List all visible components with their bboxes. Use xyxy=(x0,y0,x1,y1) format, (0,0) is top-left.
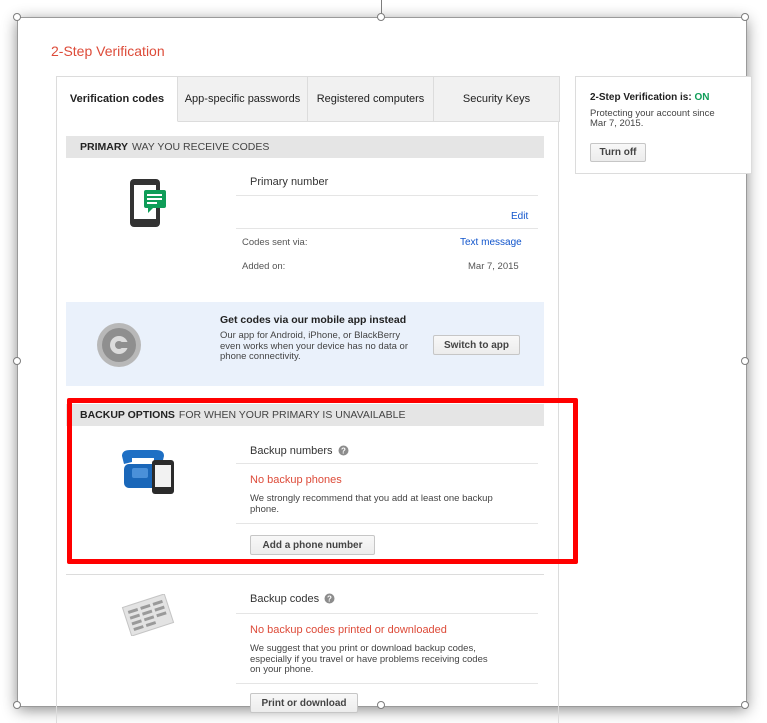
resize-handle-top[interactable] xyxy=(377,13,385,21)
status-card: 2-Step Verification is: ON Protecting yo… xyxy=(575,76,752,174)
backup-codes-title: Backup codes ? xyxy=(250,593,335,605)
print-or-download-button[interactable]: Print or download xyxy=(250,693,358,713)
resize-handle-bottom[interactable] xyxy=(377,701,385,709)
help-icon[interactable]: ? xyxy=(324,593,335,604)
status-label: 2-Step Verification is: xyxy=(590,92,692,103)
status-line: 2-Step Verification is: ON xyxy=(590,92,709,103)
backup-codes-label: Backup codes xyxy=(250,593,320,605)
resize-handle-top-left[interactable] xyxy=(13,13,21,21)
no-backup-codes-warning: No backup codes printed or downloaded xyxy=(250,624,447,636)
resize-handle-left[interactable] xyxy=(13,357,21,365)
added-on-value: Mar 7, 2015 xyxy=(468,261,519,272)
primary-heading-bold: PRIMARY xyxy=(80,141,129,153)
backup-codes-description: We suggest that you print or download ba… xyxy=(250,643,488,675)
resize-handle-bottom-right[interactable] xyxy=(741,701,749,709)
resize-handle-right[interactable] xyxy=(741,357,749,365)
resize-handle-top-right[interactable] xyxy=(741,13,749,21)
divider xyxy=(236,613,538,614)
tab-app-specific-passwords[interactable]: App-specific passwords xyxy=(178,76,308,122)
mobile-app-title: Get codes via our mobile app instead xyxy=(220,314,407,326)
turn-off-button[interactable]: Turn off xyxy=(590,143,646,162)
status-value: ON xyxy=(694,92,710,103)
backup-codes-icon xyxy=(121,594,175,636)
google-authenticator-icon xyxy=(97,323,141,367)
divider xyxy=(236,228,538,229)
tab-bar: Verification codes App-specific password… xyxy=(56,76,560,122)
mobile-app-description: Our app for Android, iPhone, or BlackBer… xyxy=(220,330,408,362)
tab-registered-computers[interactable]: Registered computers xyxy=(308,76,434,122)
tab-security-keys[interactable]: Security Keys xyxy=(434,76,560,122)
codes-sent-value[interactable]: Text message xyxy=(460,237,522,248)
phone-sms-icon xyxy=(130,179,166,227)
divider xyxy=(236,195,538,196)
tab-verification-codes[interactable]: Verification codes xyxy=(56,76,178,122)
added-on-label: Added on: xyxy=(242,261,286,272)
rotate-handle-line xyxy=(381,0,382,14)
page-title: 2-Step Verification xyxy=(51,43,165,59)
primary-section-heading: PRIMARY WAY YOU RECEIVE CODES xyxy=(66,136,544,158)
divider xyxy=(236,683,538,684)
two-step-verification-page: 2-Step Verification Verification codes A… xyxy=(18,18,752,723)
codes-sent-label: Codes sent via: xyxy=(242,237,308,248)
edit-link[interactable]: Edit xyxy=(511,211,528,222)
primary-number-title: Primary number xyxy=(250,176,329,188)
divider xyxy=(66,574,544,575)
resize-handle-bottom-left[interactable] xyxy=(13,701,21,709)
primary-heading-rest: WAY YOU RECEIVE CODES xyxy=(132,141,270,153)
image-frame[interactable]: 2-Step Verification Verification codes A… xyxy=(17,17,752,723)
highlight-box xyxy=(67,398,578,564)
switch-to-app-button[interactable]: Switch to app xyxy=(433,335,520,355)
svg-text:?: ? xyxy=(327,595,332,604)
status-description: Protecting your account since Mar 7, 201… xyxy=(590,108,715,129)
